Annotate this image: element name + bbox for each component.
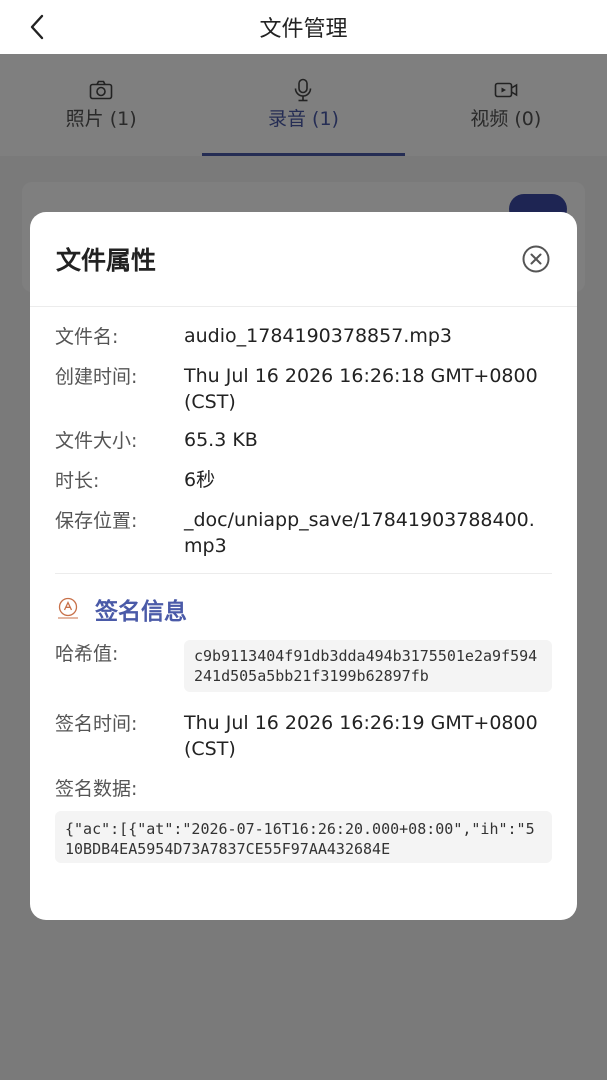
close-icon <box>522 245 550 273</box>
signature-section-header: 签名信息 <box>55 592 552 626</box>
field-label: 文件大小: <box>55 430 138 452</box>
page-title: 文件管理 <box>259 17 348 42</box>
field-value: _doc/uniapp_save/17841903788400.mp3 <box>184 509 535 557</box>
hash-row: 哈希值: c9b9113404f91db3dda494b3175501e2a9f… <box>55 640 552 692</box>
dialog-header: 文件属性 <box>30 212 577 307</box>
signature-time-row: 签名时间: Thu Jul 16 2026 16:26:19 GMT+0800 … <box>55 710 552 762</box>
field-label: 时长: <box>55 470 100 492</box>
field-value: 6秒 <box>184 469 216 491</box>
signature-data-label: 签名数据: <box>55 778 138 800</box>
field-value: 65.3 KB <box>184 429 258 451</box>
hash-value: c9b9113404f91db3dda494b3175501e2a9f59424… <box>184 640 552 692</box>
field-label: 创建时间: <box>55 366 138 388</box>
created-time-row: 创建时间: Thu Jul 16 2026 16:26:18 GMT+0800 … <box>55 363 552 415</box>
field-value: Thu Jul 16 2026 16:26:19 GMT+0800 (CST) <box>184 712 538 760</box>
close-button[interactable] <box>521 244 551 274</box>
file-size-row: 文件大小: 65.3 KB <box>55 427 552 455</box>
file-properties-dialog: 文件属性 文件名: audio_1784190378857.mp3 创建时间: … <box>30 212 577 920</box>
field-label: 保存位置: <box>55 510 138 532</box>
field-label: 哈希值: <box>55 643 119 665</box>
field-value: Thu Jul 16 2026 16:26:18 GMT+0800 (CST) <box>184 365 538 413</box>
navbar: 文件管理 <box>0 0 607 54</box>
signature-logo-icon <box>58 597 78 619</box>
chevron-left-icon <box>30 14 44 40</box>
back-button[interactable] <box>20 10 54 44</box>
field-label: 签名时间: <box>55 713 138 735</box>
duration-row: 时长: 6秒 <box>55 467 552 495</box>
dialog-body: 文件名: audio_1784190378857.mp3 创建时间: Thu J… <box>30 307 577 863</box>
field-label: 文件名: <box>55 326 119 348</box>
divider <box>55 573 552 574</box>
file-name-row: 文件名: audio_1784190378857.mp3 <box>55 323 552 351</box>
field-value: audio_1784190378857.mp3 <box>184 325 452 347</box>
signature-section-title: 签名信息 <box>95 599 187 625</box>
signature-data-value: {"ac":[{"at":"2026-07-16T16:26:20.000+08… <box>55 811 552 863</box>
dialog-title: 文件属性 <box>56 246 157 275</box>
save-location-row: 保存位置: _doc/uniapp_save/17841903788400.mp… <box>55 507 552 559</box>
